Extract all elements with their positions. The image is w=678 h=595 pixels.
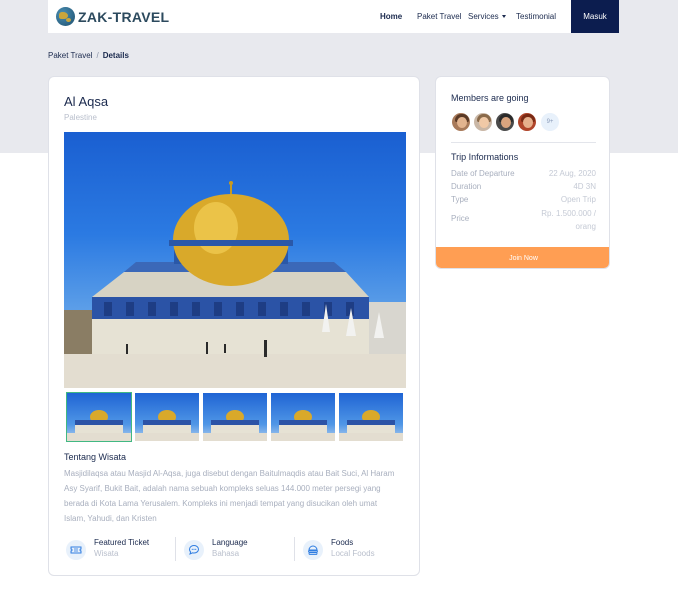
- gallery-thumbnails: [66, 392, 404, 442]
- nav-item-services[interactable]: Services: [468, 12, 506, 21]
- avatar-face: [501, 117, 511, 128]
- feature-title: Language: [212, 538, 248, 547]
- trip-info-value: 4D 3N: [573, 182, 596, 191]
- caret-down-icon: [501, 15, 506, 19]
- feature-foods: Foods Local Foods: [303, 535, 375, 563]
- breadcrumb-separator: /: [96, 51, 99, 60]
- trip-info-value: Rp. 1.500.000 / orang: [541, 209, 596, 231]
- about-title: Tentang Wisata: [64, 452, 127, 462]
- package-details-card: Al Aqsa Palestine Tentang Wisata Masjidi…: [48, 76, 420, 576]
- avatar[interactable]: [495, 112, 515, 132]
- gallery-thumbnail[interactable]: [66, 392, 132, 442]
- ticket-icon: [66, 540, 86, 560]
- trip-info-label: Type: [451, 195, 469, 204]
- sidebar-divider: [451, 142, 596, 143]
- feature-divider: [294, 537, 295, 561]
- about-description: Masjidilaqsa atau Masjid Al-Aqsa, juga d…: [64, 469, 395, 523]
- feature-divider: [175, 537, 176, 561]
- trip-info-value: 22 Aug, 2020: [548, 169, 596, 178]
- main-gallery-image: [64, 132, 406, 388]
- nav-item-home[interactable]: Home: [380, 12, 402, 21]
- package-title: Al Aqsa: [64, 94, 109, 109]
- login-button[interactable]: Masuk: [571, 0, 619, 33]
- gallery-thumbnail[interactable]: [203, 393, 267, 441]
- members-title: Members are going: [451, 93, 529, 103]
- brand-logo[interactable]: ZAK-TRAVEL: [56, 7, 169, 26]
- more-members-badge[interactable]: 9+: [541, 113, 559, 131]
- feature-subtitle: Bahasa: [212, 549, 240, 558]
- gallery-thumbnail[interactable]: [135, 393, 199, 441]
- avatar-face: [479, 117, 489, 128]
- feature-subtitle: Wisata: [94, 549, 119, 558]
- trip-info-label: Price: [451, 214, 470, 223]
- brand-name: ZAK-TRAVEL: [78, 8, 170, 25]
- breadcrumb-current: Details: [102, 51, 129, 60]
- avatar-face: [457, 117, 467, 128]
- breadcrumb: Paket Travel / Details: [48, 51, 129, 60]
- breadcrumb-parent[interactable]: Paket Travel: [48, 51, 92, 60]
- feature-language: Language Bahasa: [184, 535, 248, 563]
- trip-sidebar-card: Members are going 9+ Trip Informations D…: [435, 76, 610, 269]
- navbar: ZAK-TRAVEL Home Paket Travel Services Te…: [48, 0, 619, 33]
- avatar[interactable]: [517, 112, 537, 132]
- trip-info-label: Date of Departure: [451, 169, 515, 178]
- join-now-button[interactable]: Join Now: [436, 247, 609, 268]
- nav-item-paket-travel[interactable]: Paket Travel: [417, 12, 461, 21]
- trip-info-label: Duration: [451, 182, 482, 191]
- gallery-thumbnail[interactable]: [271, 393, 335, 441]
- trip-info-title: Trip Informations: [451, 152, 519, 162]
- feature-ticket: Featured Ticket Wisata: [66, 535, 149, 563]
- feature-subtitle: Local Foods: [331, 549, 375, 558]
- package-location: Palestine: [64, 113, 97, 122]
- nav-item-testimonial[interactable]: Testimonial: [516, 12, 556, 21]
- features-row: Featured Ticket Wisata Language Bahasa F…: [64, 535, 409, 563]
- chat-bubble-icon: [184, 540, 204, 560]
- feature-title: Featured Ticket: [94, 538, 150, 547]
- globe-icon: [56, 7, 75, 26]
- trip-info-value: Open Trip: [560, 195, 596, 204]
- food-icon: [303, 540, 323, 560]
- feature-title: Foods: [331, 538, 354, 547]
- gallery-thumbnail[interactable]: [339, 393, 403, 441]
- avatar-face: [523, 117, 533, 128]
- nav-item-services-label: Services: [468, 12, 499, 21]
- avatar[interactable]: [473, 112, 493, 132]
- avatar[interactable]: [451, 112, 471, 132]
